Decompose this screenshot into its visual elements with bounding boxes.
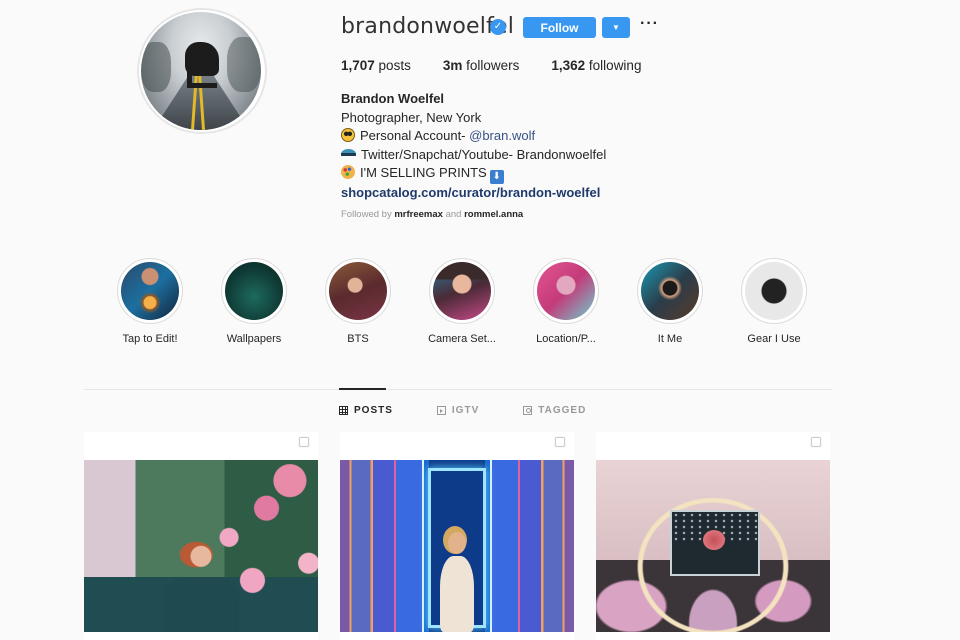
suggestions-dropdown-button[interactable]: ▼ (602, 17, 630, 38)
highlight-ring (117, 258, 183, 324)
highlight-ring (637, 258, 703, 324)
profile-full-name: Brandon Woelfel (341, 91, 445, 106)
highlight-item[interactable]: Gear I Use (722, 258, 826, 345)
more-options-button[interactable]: ··· (640, 15, 659, 33)
story-highlights: Tap to Edit! Wallpapers BTS Camera Set..… (98, 258, 826, 345)
select-checkbox-icon[interactable] (811, 437, 821, 447)
more-icon: ··· (640, 15, 659, 32)
avatar-figure-legs (187, 72, 217, 88)
bio-line-prints: I'M SELLING PRINTS ⬇ (341, 164, 606, 184)
highlight-label: Location/P... (536, 333, 596, 345)
highlight-ring (429, 258, 495, 324)
bio-text: Twitter/Snapchat/Youtube- Brandonwoelfel (361, 146, 607, 162)
post-image-detail (703, 530, 725, 550)
posts-grid (84, 432, 830, 640)
tab-label: IGTV (451, 405, 480, 416)
followers-stat[interactable]: 3m followers (443, 58, 520, 73)
palette-emoji-icon (341, 165, 355, 179)
highlight-item[interactable]: Wallpapers (202, 258, 306, 345)
followed-by-prefix: Followed by (341, 209, 395, 220)
mutual-follower-link[interactable]: mrfreemax (394, 209, 443, 220)
followers-label: followers (462, 58, 520, 73)
highlight-cover (433, 262, 491, 320)
tab-igtv[interactable]: IGTV (436, 405, 480, 416)
personal-account-mention-link[interactable]: @bran.wolf (469, 128, 535, 143)
mutual-follower-link[interactable]: rommel.anna (464, 209, 523, 220)
grid-icon (339, 406, 348, 415)
bio-line-socials: Twitter/Snapchat/Youtube- Brandonwoelfel (341, 146, 606, 165)
bio-line-personal-account: Personal Account- @bran.wolf (341, 127, 606, 146)
select-checkbox-icon[interactable] (299, 437, 309, 447)
bio-line-occupation: Photographer, New York (341, 109, 482, 125)
nerd-face-emoji-icon (341, 128, 355, 142)
tabs-divider (84, 389, 832, 390)
post-tile[interactable] (340, 432, 574, 640)
profile-bio: Brandon Woelfel Photographer, New York P… (341, 90, 606, 203)
highlight-item[interactable]: Location/P... (514, 258, 618, 345)
post-image-detail (164, 578, 239, 632)
igtv-icon (436, 406, 446, 415)
down-arrow-emoji-icon: ⬇ (489, 170, 504, 184)
chevron-down-icon: ▼ (612, 23, 620, 32)
active-tab-indicator (339, 388, 386, 390)
profile-tabs: POSTS IGTV TAGGED (339, 405, 630, 416)
profile-username: brandonwoelfel (341, 14, 515, 39)
highlight-cover (329, 262, 387, 320)
highlight-ring (325, 258, 391, 324)
followed-by[interactable]: Followed by mrfreemax and rommel.anna (341, 209, 523, 220)
followers-count: 3m (442, 58, 463, 73)
highlight-item[interactable]: Camera Set... (410, 258, 514, 345)
tab-label: TAGGED (538, 405, 587, 416)
posts-label: posts (374, 58, 411, 73)
tab-posts[interactable]: POSTS (339, 405, 393, 416)
verified-badge-icon: ✓ (490, 19, 506, 35)
follow-button[interactable]: Follow (523, 17, 596, 38)
bio-text: I'M SELLING PRINTS (360, 165, 487, 180)
following-stat[interactable]: 1,362 following (551, 58, 641, 73)
post-image-detail (440, 556, 474, 632)
highlight-cover (225, 262, 283, 320)
highlight-ring (741, 258, 807, 324)
post-image (340, 460, 574, 632)
post-image (84, 460, 318, 632)
highlight-label: Camera Set... (428, 333, 496, 345)
following-label: following (585, 58, 642, 73)
highlight-item[interactable]: BTS (306, 258, 410, 345)
profile-avatar[interactable] (141, 12, 261, 130)
avatar-trees-left (141, 42, 171, 92)
followed-by-and: and (442, 209, 465, 220)
highlight-item[interactable]: Tap to Edit! (98, 258, 202, 345)
highlight-label: BTS (347, 333, 369, 345)
profile-website-link[interactable]: shopcatalog.com/curator/brandon-woelfel (341, 184, 606, 203)
post-tile[interactable] (84, 432, 318, 640)
posts-stat: 1,707 posts (341, 58, 411, 73)
following-count: 1,362 (551, 58, 586, 73)
highlight-ring (221, 258, 287, 324)
tab-label: POSTS (354, 405, 393, 416)
highlight-cover (537, 262, 595, 320)
highlight-label: Gear I Use (747, 333, 801, 345)
highlight-label: It Me (657, 333, 683, 345)
posts-count: 1,707 (341, 58, 375, 73)
avatar-figure (185, 42, 219, 76)
post-image-detail (448, 532, 466, 554)
select-checkbox-icon[interactable] (555, 437, 565, 447)
highlight-cover (121, 262, 179, 320)
tab-tagged[interactable]: TAGGED (523, 405, 586, 416)
highlight-label: Tap to Edit! (122, 333, 178, 345)
avatar-trees-right (227, 37, 261, 92)
tagged-icon (523, 406, 533, 415)
profile-stats: 1,707 posts 3m followers 1,362 following (341, 58, 673, 73)
bio-text: Personal Account- (360, 128, 470, 143)
post-image (596, 460, 830, 632)
highlight-label: Wallpapers (226, 333, 282, 345)
highlight-item[interactable]: It Me (618, 258, 722, 345)
highlight-ring (533, 258, 599, 324)
highlight-cover (641, 262, 699, 320)
highlight-cover (745, 262, 803, 320)
ufo-emoji-icon (341, 148, 356, 159)
post-tile[interactable] (596, 432, 830, 640)
